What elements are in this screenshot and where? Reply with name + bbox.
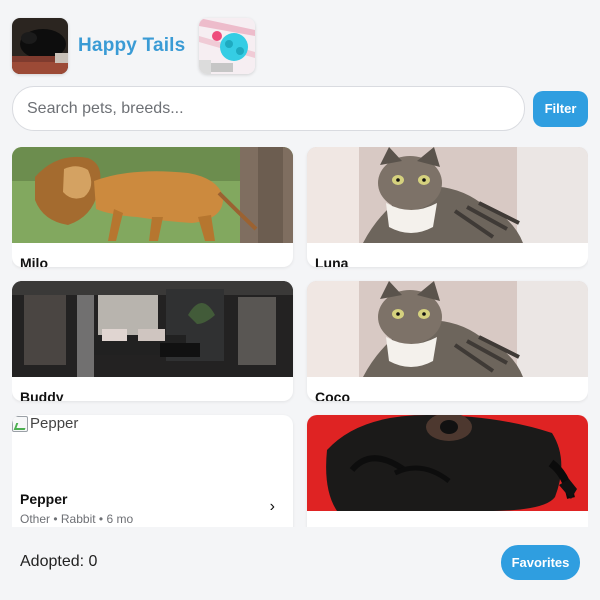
header-thumb-right[interactable] [199, 18, 256, 74]
pet-photo [12, 147, 293, 243]
tabby-cat-image [307, 281, 588, 377]
pet-name: Milo [20, 255, 48, 267]
header-thumb-left[interactable] [12, 18, 68, 74]
living-room-image [12, 281, 293, 377]
pet-card-coco[interactable]: Coco [307, 281, 588, 401]
filter-button[interactable]: Filter [533, 90, 588, 127]
pug-image [307, 415, 588, 511]
pet-photo [307, 281, 588, 377]
image-alt-text: Pepper [30, 415, 79, 432]
pet-card-pepper[interactable]: Pepper Pepper Other • Rabbit • 6 mo › [12, 415, 293, 527]
pet-grid: Milo Luna Buddy Coco Pepper Pepper Other… [12, 147, 588, 527]
pet-card-milo[interactable]: Milo [12, 147, 293, 267]
pet-card-buddy[interactable]: Buddy [12, 281, 293, 401]
pet-toy-icon [199, 18, 256, 74]
search-input[interactable] [12, 86, 525, 131]
broken-image-icon [12, 415, 28, 432]
pet-card-pug[interactable] [307, 415, 588, 527]
app-root: Happy Tails Filter [0, 0, 600, 600]
broken-image-placeholder: Pepper [12, 415, 78, 432]
pet-name: Coco [315, 389, 350, 401]
pet-card-luna[interactable]: Luna [307, 147, 588, 267]
pet-photo [307, 147, 588, 243]
favorites-button[interactable]: Favorites [501, 545, 580, 580]
brand-title: Happy Tails [78, 35, 186, 56]
footer-bar: Adopted: 0 Favorites [0, 527, 600, 600]
pet-name: Buddy [20, 389, 64, 401]
search-row: Filter [12, 86, 588, 131]
pet-name: Luna [315, 255, 349, 267]
pet-name: Pepper [20, 491, 68, 507]
header: Happy Tails [12, 18, 256, 74]
pet-photo [307, 415, 588, 511]
tabby-cat-image [307, 147, 588, 243]
cat-sleeping-icon [12, 18, 68, 74]
adopted-count: Adopted: 0 [20, 553, 98, 570]
pet-meta: Other • Rabbit • 6 mo [20, 512, 134, 526]
pet-photo [12, 281, 293, 377]
chevron-right-icon[interactable]: › [270, 498, 275, 516]
lion-image [12, 147, 293, 243]
